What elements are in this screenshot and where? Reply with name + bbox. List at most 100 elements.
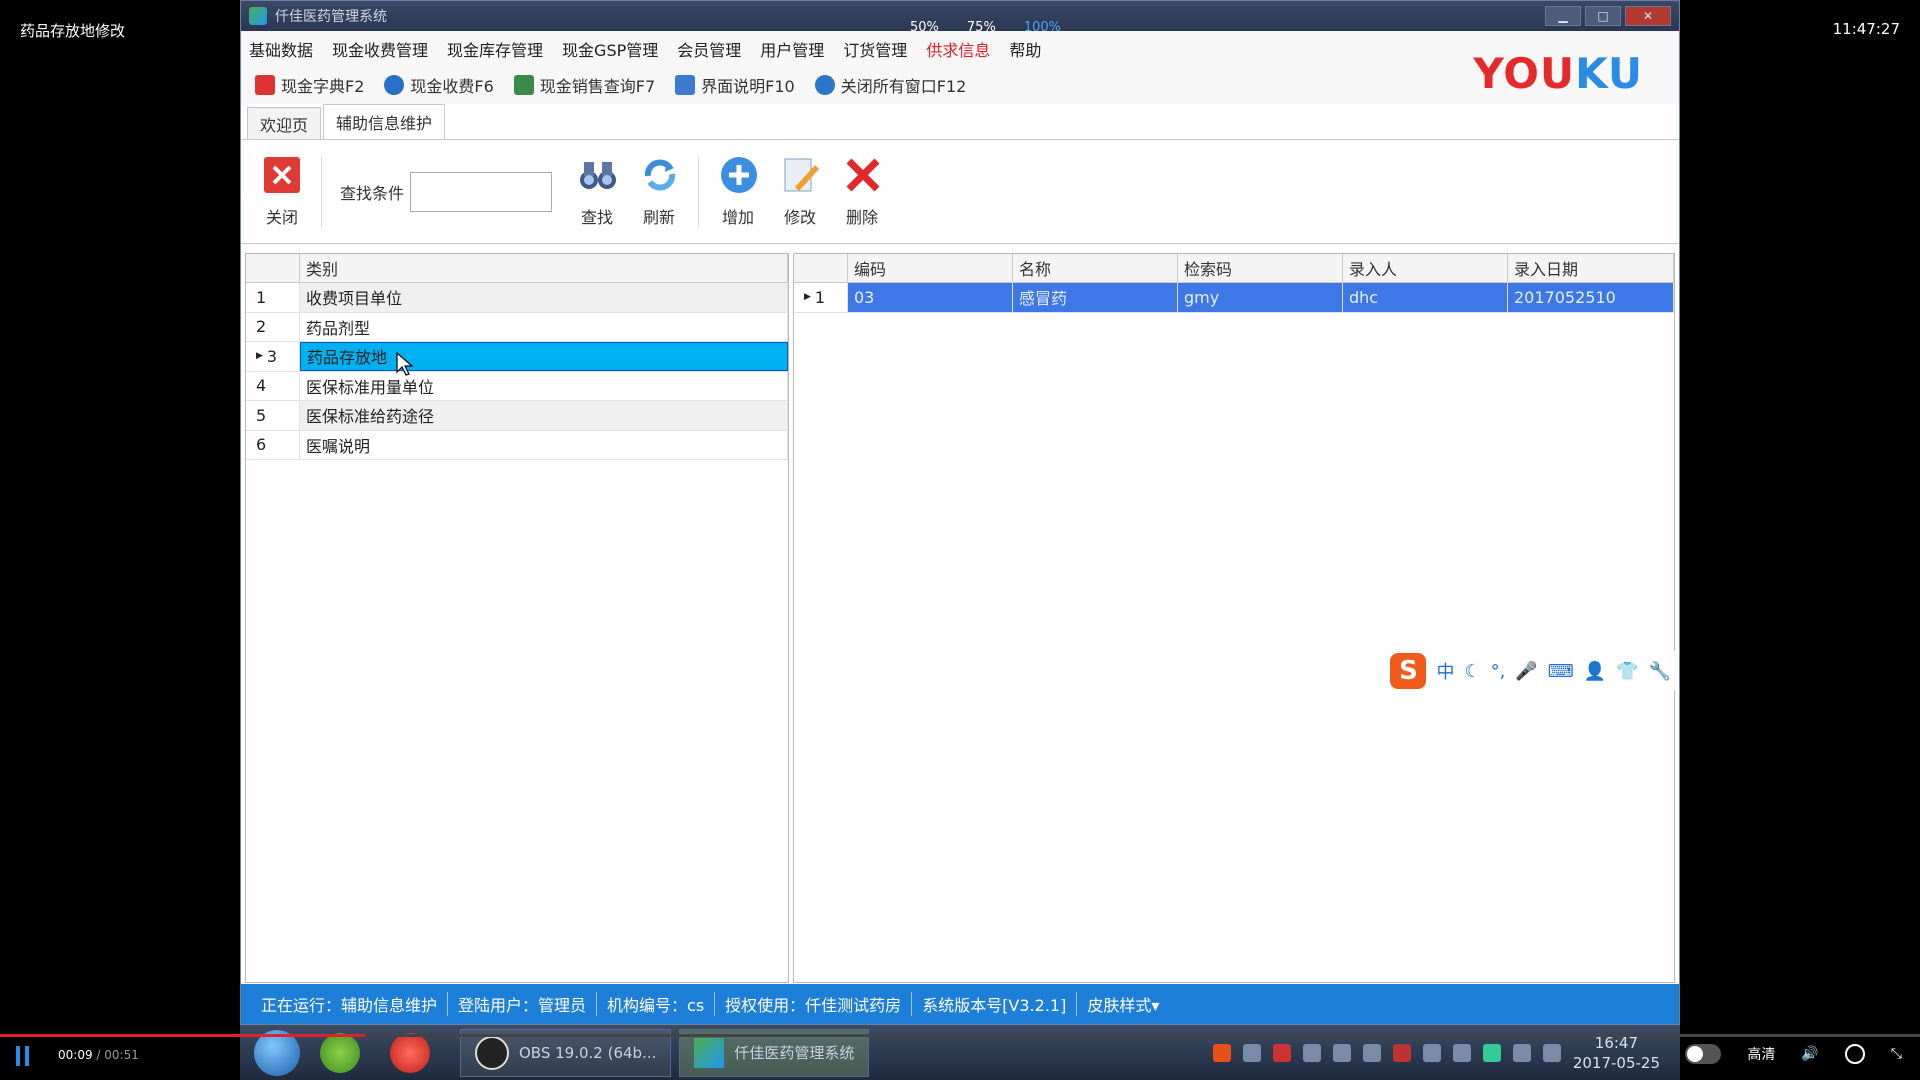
app-green-icon[interactable]: [320, 1032, 360, 1073]
add-icon: [719, 156, 758, 194]
code-cell: 03: [848, 283, 1013, 312]
table-row-selected[interactable]: ▶ 1 03 感冒药 gmy dhc 2017052510: [794, 283, 1674, 313]
table-row-selected[interactable]: ▶ 3 药品存放地: [246, 342, 788, 372]
search-code-cell: gmy: [1178, 283, 1343, 312]
status-user: 登陆用户：管理员: [448, 992, 598, 1016]
status-license: 授权使用：仟佳测试药房: [715, 992, 913, 1016]
column-header-code[interactable]: 编码: [848, 254, 1013, 282]
edit-icon: [781, 156, 820, 194]
tray-icon[interactable]: [1242, 1043, 1261, 1062]
menu-help[interactable]: 帮助: [1009, 37, 1041, 61]
menu-supply-demand[interactable]: 供求信息: [926, 37, 990, 61]
search-input[interactable]: [410, 171, 553, 212]
table-row[interactable]: 5 医保标准给药途径: [246, 401, 788, 431]
row-indicator-header: [794, 254, 848, 282]
wrench-icon[interactable]: 🔧: [1649, 661, 1671, 682]
delete-button[interactable]: 删除: [831, 156, 893, 228]
table-row[interactable]: 4 医保标准用量单位: [246, 371, 788, 401]
maximize-button[interactable]: □: [1585, 6, 1621, 26]
network-icon[interactable]: [1542, 1043, 1561, 1062]
app-icon: [249, 7, 267, 25]
refresh-icon: [640, 156, 678, 194]
obs-icon: [475, 1035, 509, 1070]
tray-icon[interactable]: [1302, 1043, 1321, 1062]
tab-welcome[interactable]: 欢迎页: [247, 107, 322, 139]
table-row[interactable]: 2 药品剂型: [246, 312, 788, 342]
taskbar-clock[interactable]: 16:47 2017-05-25: [1573, 1033, 1660, 1073]
name-cell: 感冒药: [1013, 283, 1178, 312]
quick-sales-query[interactable]: 现金销售查询F7: [513, 73, 655, 97]
quick-close-all-windows[interactable]: 关闭所有窗口F12: [814, 73, 966, 97]
category-cell: 医保标准用量单位: [300, 371, 788, 400]
grid-panes: 类别 1 收费项目单位 2 药品剂型 ▶3 药品存放地 4 医保标准用量单位: [245, 253, 1675, 983]
quick-cash-dictionary[interactable]: 现金字典F2: [255, 73, 364, 97]
tray-icon[interactable]: [1422, 1043, 1441, 1062]
find-button[interactable]: 查找: [566, 156, 628, 228]
zoom-options: 50% 75% 100%: [910, 20, 1061, 35]
tray-icon[interactable]: [1482, 1043, 1501, 1062]
table-row[interactable]: 1 收费项目单位: [246, 283, 788, 313]
pause-button[interactable]: [16, 1046, 29, 1066]
column-header-entered-by[interactable]: 录入人: [1343, 254, 1508, 282]
category-grid-header: 类别: [246, 254, 788, 283]
close-button[interactable]: 关闭: [251, 156, 313, 228]
ime-mode-label[interactable]: 中: [1436, 658, 1454, 684]
table-row[interactable]: 6 医嘱说明: [246, 430, 788, 460]
category-cell: 药品剂型: [300, 312, 788, 341]
tab-aux-info[interactable]: 辅助信息维护: [323, 104, 446, 139]
column-header-entry-date[interactable]: 录入日期: [1508, 254, 1674, 282]
entry-date-cell: 2017052510: [1508, 283, 1674, 312]
skin-style-menu[interactable]: 皮肤样式▾: [1077, 992, 1169, 1016]
shirt-icon[interactable]: 👕: [1616, 661, 1638, 682]
column-header-search-code[interactable]: 检索码: [1178, 254, 1343, 282]
close-windows-icon: [814, 75, 835, 95]
microphone-icon[interactable]: 🎤: [1515, 661, 1537, 682]
tray-icon[interactable]: [1392, 1043, 1411, 1062]
system-tray: 16:47 2017-05-25: [1212, 1033, 1660, 1073]
menu-order[interactable]: 订货管理: [843, 37, 907, 61]
menu-cash-gsp[interactable]: 现金GSP管理: [562, 37, 658, 61]
keyboard-icon[interactable]: ⌨: [1548, 661, 1574, 682]
sogou-logo-icon[interactable]: S: [1390, 653, 1427, 689]
zoom-75[interactable]: 75%: [967, 20, 996, 35]
menu-member[interactable]: 会员管理: [677, 37, 741, 61]
video-progress-bar[interactable]: [0, 1034, 1920, 1037]
moon-icon[interactable]: ☾: [1464, 661, 1480, 682]
tray-icon[interactable]: [1272, 1043, 1291, 1062]
danmaku-toggle[interactable]: [1685, 1044, 1722, 1064]
shield-icon[interactable]: [1332, 1043, 1351, 1062]
zoom-50[interactable]: 50%: [910, 20, 939, 35]
menu-basic-data[interactable]: 基础数据: [249, 37, 313, 61]
app-music-icon[interactable]: [390, 1032, 430, 1073]
quick-ui-help[interactable]: 界面说明F10: [675, 73, 795, 97]
youku-logo: YOUKU: [1473, 49, 1643, 98]
add-button[interactable]: 增加: [707, 156, 769, 228]
category-grid: 类别 1 收费项目单位 2 药品剂型 ▶3 药品存放地 4 医保标准用量单位: [245, 253, 789, 983]
app-window: 仟佳医药管理系统 ▁ □ ✕ 基础数据 现金收费管理 现金库存管理 现金GSP管…: [240, 0, 1680, 1025]
column-header-name[interactable]: 名称: [1013, 254, 1178, 282]
column-header-category[interactable]: 类别: [300, 254, 788, 282]
window-close-button[interactable]: ✕: [1625, 6, 1671, 26]
category-cell: 药品存放地: [300, 342, 788, 371]
minimize-button[interactable]: ▁: [1545, 6, 1581, 26]
menu-cash-inventory[interactable]: 现金库存管理: [447, 37, 543, 61]
edit-button[interactable]: 修改: [769, 156, 831, 228]
punctuation-icon[interactable]: °,: [1491, 661, 1506, 682]
fullscreen-exit-icon[interactable]: ⤡: [1891, 1046, 1902, 1062]
volume-icon[interactable]: [1512, 1043, 1531, 1062]
volume-icon[interactable]: 🔊: [1801, 1046, 1818, 1062]
zoom-100[interactable]: 100%: [1024, 20, 1061, 35]
quick-cash-charge[interactable]: 现金收费F6: [384, 73, 494, 97]
menu-cash-charge[interactable]: 现金收费管理: [332, 37, 428, 61]
sogou-tray-icon[interactable]: [1212, 1043, 1231, 1062]
menu-user[interactable]: 用户管理: [760, 37, 824, 61]
quality-button[interactable]: 高清: [1747, 1044, 1775, 1064]
settings-icon[interactable]: [1844, 1044, 1865, 1064]
refresh-button[interactable]: 刷新: [628, 156, 690, 228]
close-icon: [263, 156, 301, 194]
video-clock: 11:47:27: [1832, 20, 1900, 38]
printer-icon[interactable]: [1362, 1043, 1381, 1062]
user-icon[interactable]: 👤: [1584, 661, 1606, 682]
monitor-icon: [675, 75, 696, 95]
tray-icon[interactable]: [1452, 1043, 1471, 1062]
